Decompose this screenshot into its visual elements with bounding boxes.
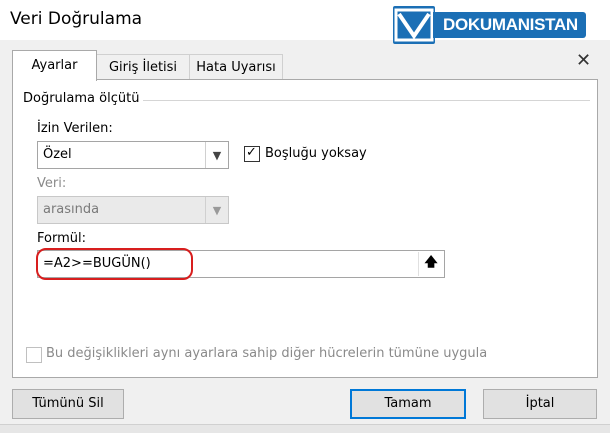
data-value: arasında <box>43 202 100 217</box>
formula-value: =A2>=BUGÜN() <box>43 256 151 271</box>
watermark-logo: DOKUMANISTAN <box>393 4 607 46</box>
title-bar: Veri Doğrulama DOKUMANISTAN <box>0 0 610 44</box>
cancel-button[interactable]: İptal <box>483 389 597 419</box>
allow-value: Özel <box>43 147 72 162</box>
ok-button[interactable]: Tamam <box>350 389 466 419</box>
group-label: Doğrulama ölçütü <box>23 91 144 106</box>
apply-all-checkbox[interactable] <box>26 347 42 363</box>
clear-all-button[interactable]: Tümünü Sil <box>12 389 124 419</box>
logo-text: DOKUMANISTAN <box>433 12 586 38</box>
data-select[interactable]: arasında ▼ <box>37 196 229 224</box>
check-icon: ✓ <box>246 145 257 160</box>
formula-input[interactable]: =A2>=BUGÜN() 🡅 <box>37 250 445 278</box>
data-label: Veri: <box>37 176 67 191</box>
tab-input-message[interactable]: Giriş İletisi <box>95 54 191 81</box>
tab-settings[interactable]: Ayarlar <box>12 50 97 81</box>
formula-label: Formül: <box>37 231 86 246</box>
close-icon[interactable]: ✕ <box>576 50 591 71</box>
allow-select[interactable]: Özel ▼ <box>37 141 229 169</box>
ignore-blank-label: Boşluğu yoksay <box>265 146 367 161</box>
ignore-blank-checkbox[interactable]: ✓ <box>244 145 260 162</box>
apply-all-label: Bu değişiklikleri aynı ayarlara sahip di… <box>46 346 488 361</box>
tab-error-alert[interactable]: Hata Uyarısı <box>189 54 283 81</box>
collapse-dialog-icon[interactable]: 🡅 <box>418 252 443 276</box>
allow-label: İzin Verilen: <box>37 121 113 136</box>
logo-mark-icon <box>393 6 435 44</box>
dialog-title: Veri Doğrulama <box>10 9 143 29</box>
chevron-down-icon[interactable]: ▼ <box>205 142 228 168</box>
chevron-down-icon[interactable]: ▼ <box>205 197 228 223</box>
settings-panel: Doğrulama ölçütü İzin Verilen: Özel ▼ ✓ … <box>12 79 598 378</box>
